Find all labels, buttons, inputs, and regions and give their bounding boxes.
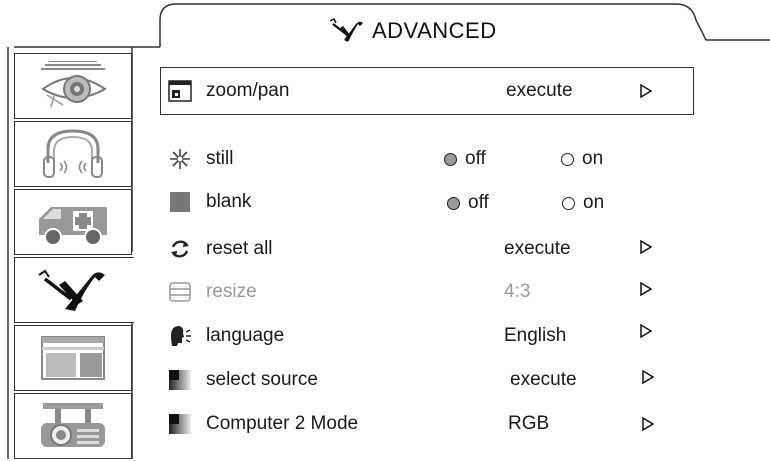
radio-dot (562, 196, 575, 210)
radio-label: on (582, 148, 604, 169)
triangle-right-icon (642, 417, 654, 431)
refresh-icon (168, 237, 192, 261)
triangle-right-icon (640, 240, 652, 254)
menu-item-label: language (206, 325, 285, 346)
blank-off-radio[interactable]: off (447, 192, 489, 214)
triangle-right-icon (640, 282, 652, 296)
ambulance-icon (39, 207, 107, 246)
tab-projector[interactable] (14, 393, 132, 459)
blank-square-icon (168, 190, 192, 214)
tab-audio[interactable] (14, 121, 132, 187)
radio-label: off (465, 148, 486, 169)
snowflake-icon (168, 147, 192, 171)
tools-icon (37, 269, 105, 311)
window-layout-icon (41, 336, 105, 380)
triangle-right-icon (642, 370, 654, 384)
triangle-right-icon (640, 84, 652, 98)
menu-item-label: still (206, 148, 234, 169)
eye-icon (41, 61, 107, 108)
source-icon (168, 412, 192, 436)
menu-item-value: RGB (508, 413, 550, 434)
menu-item-resize[interactable]: resize 4:3 (168, 272, 708, 312)
menu-item-label: select source (206, 369, 318, 390)
menu-item-value: execute (510, 369, 577, 390)
page-title: ADVANCED (372, 18, 497, 43)
tools-icon (330, 18, 363, 42)
tab-layout[interactable] (14, 325, 132, 391)
radio-label: on (583, 192, 605, 213)
menu-sidebar (14, 53, 134, 461)
menu-item-value: English (504, 325, 567, 346)
menu-item-reset-all[interactable]: reset all execute (168, 229, 708, 269)
radio-label: off (468, 192, 489, 213)
menu-item-select-source[interactable]: select source execute (168, 360, 708, 400)
menu-item-label: reset all (206, 238, 273, 259)
menu-item-still[interactable]: still (168, 139, 708, 179)
headphones-icon (43, 129, 103, 178)
menu-item-label: Computer 2 Mode (206, 413, 359, 434)
menu-item-computer2-mode[interactable]: Computer 2 Mode RGB (168, 404, 708, 444)
resize-icon (168, 280, 192, 304)
zoom-pan-icon (168, 79, 192, 103)
menu-item-label: resize (206, 281, 257, 302)
menu-item-label: blank (206, 191, 252, 212)
blank-on-radio[interactable]: on (562, 192, 604, 214)
menu-item-value: execute (506, 80, 573, 101)
radio-dot (447, 196, 460, 210)
menu-item-label: zoom/pan (206, 80, 290, 101)
menu-item-language[interactable]: language English (168, 316, 708, 356)
menu-item-zoom-pan[interactable]: zoom/pan execute (168, 71, 708, 111)
tab-service[interactable] (14, 189, 132, 255)
source-icon (168, 368, 192, 392)
projector-icon (41, 403, 105, 447)
tab-advanced[interactable] (14, 257, 134, 323)
triangle-right-icon (640, 324, 652, 338)
still-on-radio[interactable]: on (561, 148, 603, 170)
speaking-head-icon (168, 324, 192, 348)
menu-item-value: 4:3 (504, 281, 531, 302)
tab-picture[interactable] (14, 53, 132, 119)
radio-dot (561, 152, 574, 166)
radio-dot (444, 152, 457, 166)
menu-title: ADVANCED (330, 14, 497, 48)
menu-item-blank[interactable]: blank (168, 182, 708, 222)
menu-item-value: execute (504, 238, 571, 259)
still-off-radio[interactable]: off (444, 148, 486, 170)
